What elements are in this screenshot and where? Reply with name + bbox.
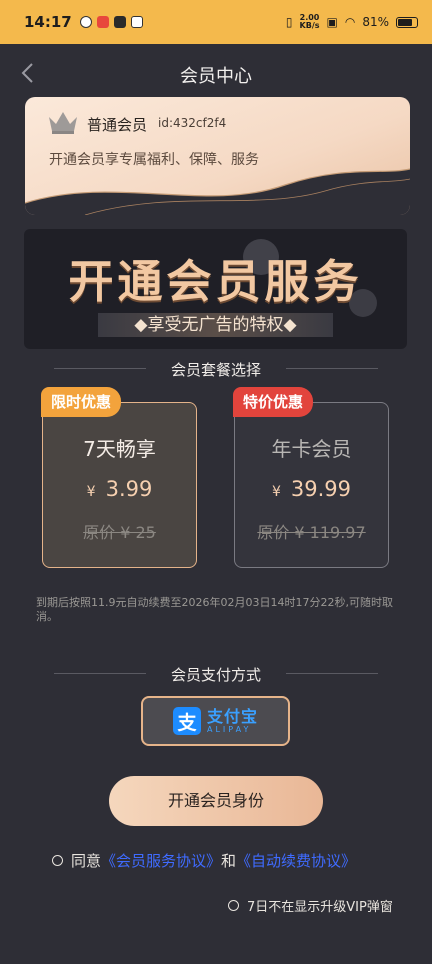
banner-subline: ◆享受无广告的特权◆: [98, 313, 333, 337]
wifi-icon: ◠: [344, 15, 356, 29]
plan-tag: 特价优惠: [233, 387, 314, 417]
vibrate-icon: ▯: [285, 15, 293, 29]
battery-percent: 81%: [362, 15, 389, 29]
card-wave-decoration: [25, 168, 410, 215]
status-time: 14:17: [24, 13, 72, 31]
header: 会员中心: [0, 44, 432, 104]
app-badge-icon: [96, 16, 109, 28]
open-membership-button[interactable]: 开通会员身份: [109, 776, 323, 826]
page-title: 会员中心: [180, 66, 252, 87]
member-service-agreement-link[interactable]: 《会员服务协议》: [101, 850, 221, 871]
status-bar: 14:17 ▯ 2.00 KB/s ▣ ◠ 81%: [0, 0, 432, 44]
status-right: ▯ 2.00 KB/s ▣ ◠ 81%: [286, 14, 418, 30]
alipay-label-en: ALIPAY: [206, 724, 252, 734]
battery-icon: [396, 16, 418, 28]
divider: [286, 368, 378, 369]
alipay-option[interactable]: 支 支付宝 ALIPAY: [141, 696, 290, 746]
agree-radio[interactable]: [52, 855, 63, 866]
plan-name: 年卡会员: [271, 437, 352, 461]
video-app-icon: [113, 16, 126, 28]
plan-card-7day[interactable]: 限时优惠 7天畅享 ¥3.99 原价 ¥ 25: [41, 387, 197, 568]
hide-popup-row: 7日不在显示升级VIP弹窗: [228, 896, 393, 915]
auto-renew-notice: 到期后按照11.9元自动续费至2026年02月03日14时17分22秒,可随时取…: [36, 596, 393, 623]
mail-icon: [130, 16, 143, 28]
plan-price: ¥3.99: [86, 477, 153, 501]
hide-popup-radio[interactable]: [228, 900, 239, 911]
member-level: 普通会员: [87, 116, 148, 134]
agreement-row: 同意 《会员服务协议》 和 《自动续费协议》: [52, 850, 356, 871]
plan-price: ¥39.99: [271, 477, 352, 501]
auto-renew-agreement-link[interactable]: 《自动续费协议》: [236, 850, 356, 871]
app-notification-icon: [79, 16, 92, 28]
alipay-icon: 支: [172, 707, 201, 735]
divider: [54, 673, 146, 674]
promo-banner: 开通会员服务 ◆享受无广告的特权◆: [24, 229, 407, 349]
plans-section-title: 会员套餐选择: [0, 359, 432, 380]
plan-name: 7天畅享: [83, 437, 156, 461]
sim-icon: ▣: [326, 15, 338, 29]
member-card: 普通会员 id:432cf2f4 开通会员享专属福利、保障、服务: [25, 97, 410, 215]
user-id: id:432cf2f4: [158, 116, 227, 130]
plan-card-annual[interactable]: 特价优惠 年卡会员 ¥39.99 原价 ¥ 119.97: [233, 387, 389, 568]
crown-icon: [49, 112, 77, 134]
pay-section-title: 会员支付方式: [0, 664, 432, 685]
alipay-label: 支付宝: [206, 706, 258, 726]
divider: [54, 368, 146, 369]
plan-original-price: 原价 ¥ 25: [83, 523, 156, 542]
hide-popup-label: 7日不在显示升级VIP弹窗: [247, 900, 393, 915]
network-speed: 2.00 KB/s: [299, 13, 320, 30]
banner-headline: 开通会员服务: [68, 255, 363, 308]
plan-tag: 限时优惠: [41, 387, 122, 417]
divider: [286, 673, 378, 674]
plan-original-price: 原价 ¥ 119.97: [257, 523, 366, 542]
notification-icons: [79, 16, 143, 28]
